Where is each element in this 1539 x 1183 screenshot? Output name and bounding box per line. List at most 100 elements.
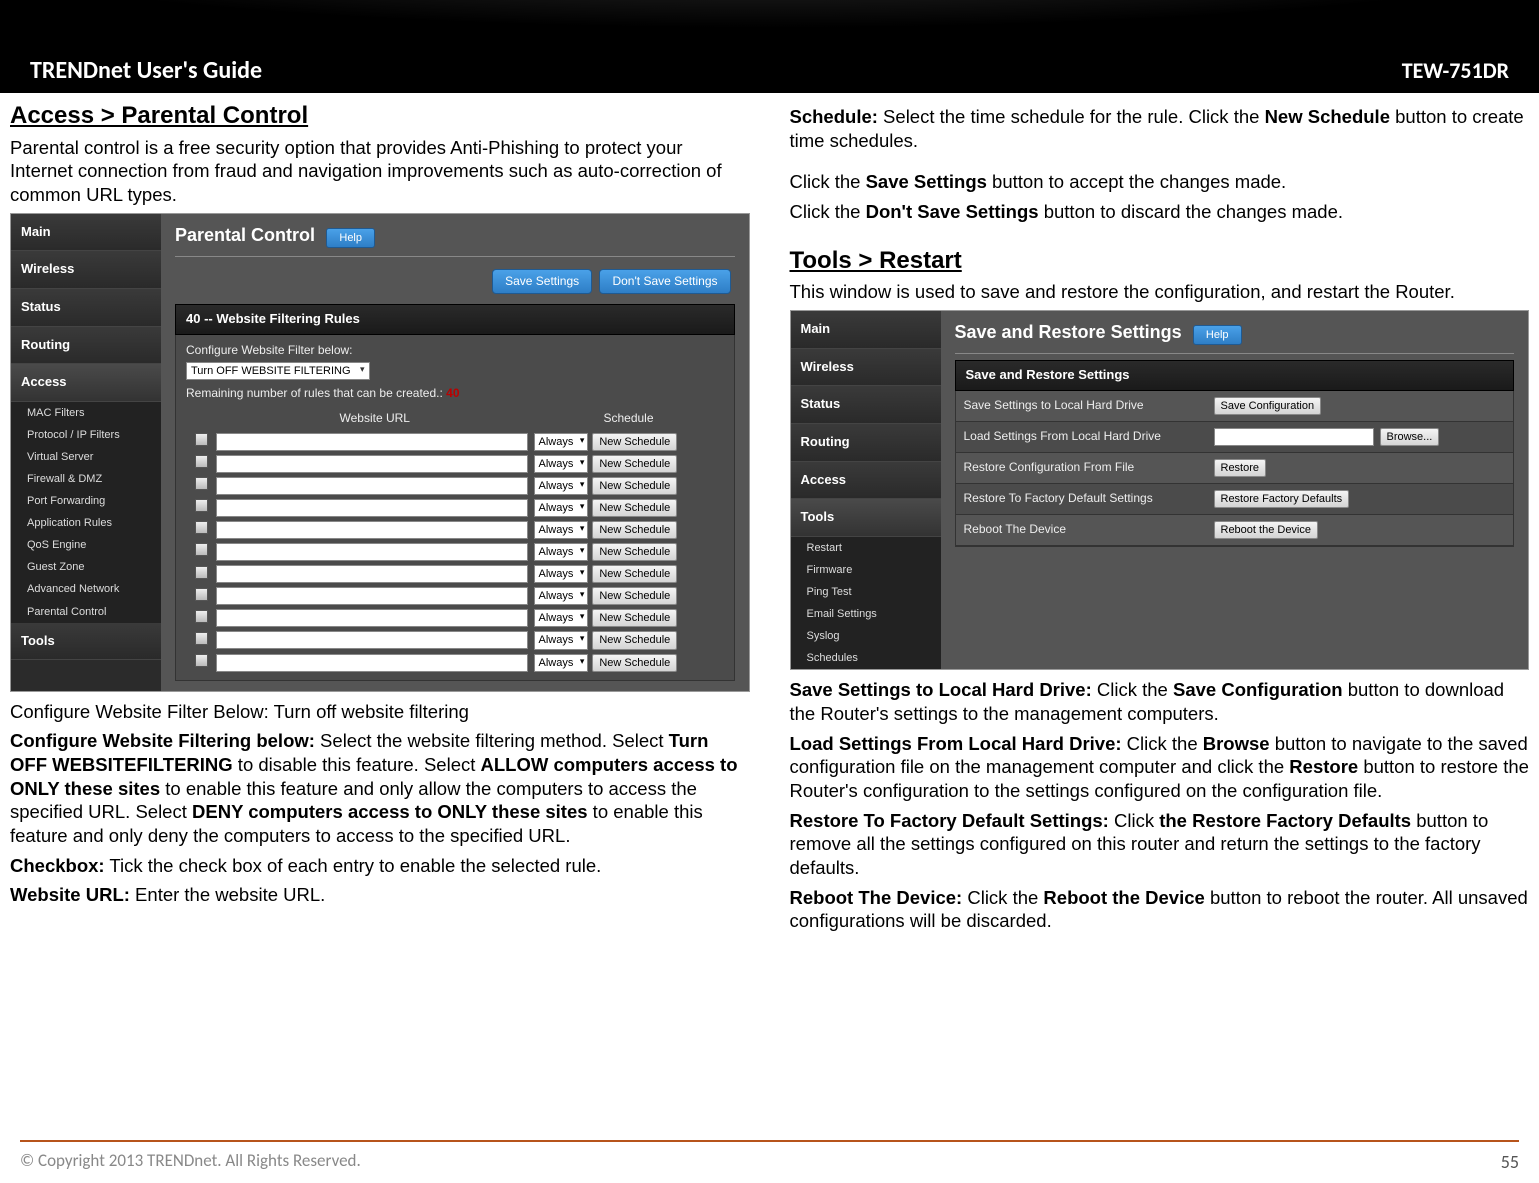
new-schedule-button[interactable]: New Schedule (592, 499, 677, 517)
new-schedule-button[interactable]: New Schedule (592, 477, 677, 495)
configure-below-text: Configure Website Filter Below: Turn off… (10, 700, 750, 724)
rule-checkbox[interactable] (195, 632, 208, 645)
rule-checkbox[interactable] (195, 477, 208, 490)
subnav-item[interactable]: Syslog (791, 625, 941, 647)
subnav-item[interactable]: Restart (791, 537, 941, 559)
subnav-item[interactable]: Protocol / IP Filters (11, 424, 161, 446)
nav-item[interactable]: Tools (791, 499, 941, 537)
table-row: AlwaysNew Schedule (186, 431, 724, 453)
new-schedule-button[interactable]: New Schedule (592, 433, 677, 451)
rule-checkbox[interactable] (195, 499, 208, 512)
checkbox-para: Checkbox: Tick the check box of each ent… (10, 854, 750, 878)
table-header: Website URL Schedule (186, 407, 724, 430)
row-label: Reboot The Device (964, 522, 1214, 537)
subnav-item[interactable]: Advanced Network (11, 578, 161, 600)
schedule-select[interactable]: Always (534, 587, 589, 605)
schedule-select[interactable]: Always (534, 477, 589, 495)
schedule-select[interactable]: Always (534, 609, 589, 627)
url-input[interactable] (216, 609, 528, 627)
url-input[interactable] (216, 477, 528, 495)
subnav-item[interactable]: Virtual Server (11, 446, 161, 468)
nav-item[interactable]: Routing (11, 327, 161, 365)
dont-save-button[interactable]: Don't Save Settings (599, 269, 730, 294)
section-body: Configure Website Filter below: Turn OFF… (175, 335, 735, 681)
rule-checkbox[interactable] (195, 543, 208, 556)
rule-checkbox[interactable] (195, 521, 208, 534)
parental-intro: Parental control is a free security opti… (10, 136, 750, 207)
subnav-item[interactable]: Ping Test (791, 581, 941, 603)
action-button[interactable]: Reboot the Device (1214, 521, 1319, 539)
filter-mode-select[interactable]: Turn OFF WEBSITE FILTERING (186, 362, 370, 380)
schedule-select[interactable]: Always (534, 654, 589, 672)
new-schedule-button[interactable]: New Schedule (592, 631, 677, 649)
subnav-item[interactable]: Application Rules (11, 512, 161, 534)
subnav-item[interactable]: Firewall & DMZ (11, 468, 161, 490)
new-schedule-button[interactable]: New Schedule (592, 654, 677, 672)
rule-checkbox[interactable] (195, 566, 208, 579)
url-input[interactable] (216, 543, 528, 561)
url-input[interactable] (216, 654, 528, 672)
url-input[interactable] (216, 587, 528, 605)
nav-item[interactable]: Status (11, 289, 161, 327)
url-input[interactable] (216, 433, 528, 451)
new-schedule-button[interactable]: New Schedule (592, 543, 677, 561)
section-bar-filtering: 40 -- Website Filtering Rules (175, 304, 735, 335)
subnav-item[interactable]: QoS Engine (11, 534, 161, 556)
help-button[interactable]: Help (1193, 325, 1242, 345)
rule-checkbox[interactable] (195, 588, 208, 601)
subnav-item[interactable]: Email Settings (791, 603, 941, 625)
subnav-item[interactable]: Schedules (791, 647, 941, 669)
row-label: Restore Configuration From File (964, 460, 1214, 475)
schedule-select[interactable]: Always (534, 631, 589, 649)
subnav-item[interactable]: Firmware (791, 559, 941, 581)
save-para: Click the Save Settings button to accept… (790, 170, 1530, 194)
subnav-item[interactable]: Parental Control (11, 601, 161, 623)
nav-item[interactable]: Main (11, 214, 161, 252)
nav-item[interactable]: Wireless (11, 251, 161, 289)
table-row: AlwaysNew Schedule (186, 607, 724, 629)
schedule-select[interactable]: Always (534, 565, 589, 583)
subnav-item[interactable]: MAC Filters (11, 402, 161, 424)
action-button[interactable]: Browse... (1380, 428, 1440, 446)
action-button[interactable]: Restore Factory Defaults (1214, 490, 1350, 508)
new-schedule-button[interactable]: New Schedule (592, 455, 677, 473)
nav-item[interactable]: Tools (11, 623, 161, 661)
reboot-para: Reboot The Device: Click the Reboot the … (790, 886, 1530, 933)
url-input[interactable] (216, 499, 528, 517)
file-path-input[interactable] (1214, 428, 1374, 446)
rule-checkbox[interactable] (195, 433, 208, 446)
action-button[interactable]: Restore (1214, 459, 1267, 477)
url-input[interactable] (216, 631, 528, 649)
rule-checkbox[interactable] (195, 654, 208, 667)
nav-item[interactable]: Main (791, 311, 941, 349)
new-schedule-button[interactable]: New Schedule (592, 609, 677, 627)
remaining-label: Remaining number of rules that can be cr… (186, 386, 443, 400)
settings-row: Load Settings From Local Hard DriveBrows… (956, 422, 1514, 453)
save-settings-button[interactable]: Save Settings (492, 269, 592, 294)
url-input[interactable] (216, 455, 528, 473)
subnav-item[interactable]: Port Forwarding (11, 490, 161, 512)
nav-item[interactable]: Access (11, 364, 161, 402)
th-schedule: Schedule (534, 411, 724, 426)
new-schedule-button[interactable]: New Schedule (592, 587, 677, 605)
nav-item[interactable]: Status (791, 386, 941, 424)
router-body: Parental Control Help Save Settings Don'… (161, 214, 749, 691)
schedule-select[interactable]: Always (534, 433, 589, 451)
rule-checkbox[interactable] (195, 610, 208, 623)
schedule-select[interactable]: Always (534, 521, 589, 539)
help-button[interactable]: Help (326, 228, 375, 248)
action-button[interactable]: Save Configuration (1214, 397, 1322, 415)
nav-item[interactable]: Access (791, 462, 941, 500)
new-schedule-button[interactable]: New Schedule (592, 565, 677, 583)
table-row: AlwaysNew Schedule (186, 497, 724, 519)
url-input[interactable] (216, 521, 528, 539)
nav-item[interactable]: Wireless (791, 349, 941, 387)
schedule-select[interactable]: Always (534, 499, 589, 517)
schedule-select[interactable]: Always (534, 543, 589, 561)
rule-checkbox[interactable] (195, 455, 208, 468)
subnav-item[interactable]: Guest Zone (11, 556, 161, 578)
url-input[interactable] (216, 565, 528, 583)
nav-item[interactable]: Routing (791, 424, 941, 462)
schedule-select[interactable]: Always (534, 455, 589, 473)
new-schedule-button[interactable]: New Schedule (592, 521, 677, 539)
